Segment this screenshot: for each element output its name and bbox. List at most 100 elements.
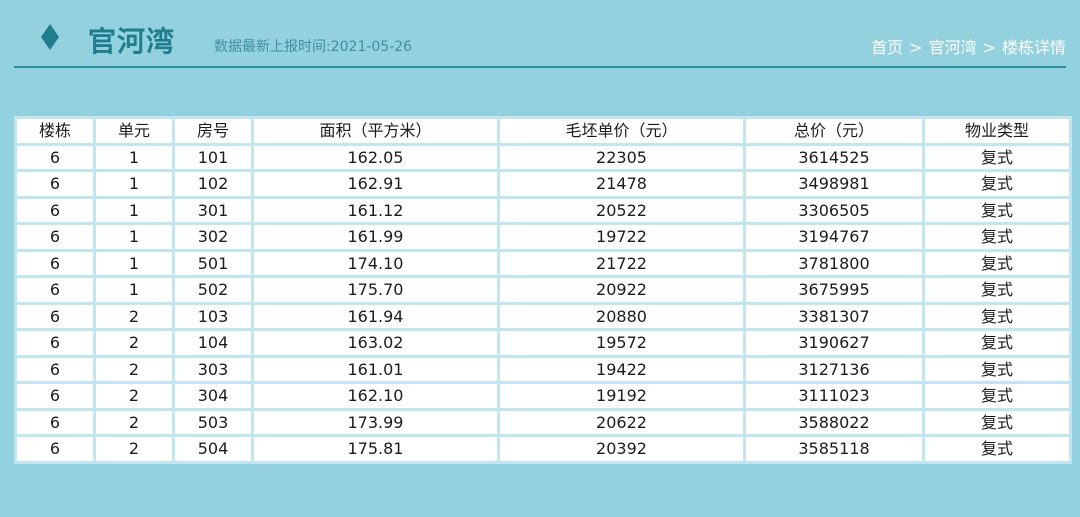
cell-property-type: 复式 [925,357,1069,381]
cell-area: 174.10 [254,251,497,275]
cell-unit: 2 [96,384,172,408]
breadcrumb-home-link[interactable]: 首页 [871,38,903,57]
header-divider [14,66,1066,68]
table-row: 6 1 102 162.91 21478 3498981 复式 [17,172,1069,196]
cell-unit: 1 [96,225,172,249]
column-header-area: 面积（平方米） [254,119,497,143]
cell-total-price: 3111023 [746,384,922,408]
diamond-icon [35,22,63,52]
cell-room: 104 [175,331,251,355]
cell-unit-price: 20922 [500,278,743,302]
cell-building: 6 [17,172,93,196]
cell-unit-price: 19192 [500,384,743,408]
cell-unit-price: 20880 [500,304,743,328]
cell-property-type: 复式 [925,331,1069,355]
cell-building: 6 [17,251,93,275]
cell-room: 303 [175,357,251,381]
breadcrumb: 首页 > 官河湾 > 楼栋详情 [871,34,1066,58]
cell-unit-price: 19722 [500,225,743,249]
cell-building: 6 [17,145,93,169]
column-header-property-type: 物业类型 [925,119,1069,143]
cell-building: 6 [17,331,93,355]
column-header-total-price: 总价（元） [746,119,922,143]
cell-unit: 1 [96,172,172,196]
cell-room: 302 [175,225,251,249]
building-units-table: 楼栋 单元 房号 面积（平方米） 毛坯单价（元） 总价（元） 物业类型 6 1 101 162.0… [14,116,1072,464]
cell-area: 161.94 [254,304,497,328]
cell-building: 6 [17,437,93,461]
cell-total-price: 3781800 [746,251,922,275]
cell-area: 162.91 [254,172,497,196]
cell-building: 6 [17,384,93,408]
cell-building: 6 [17,198,93,222]
table-row: 6 2 303 161.01 19422 3127136 复式 [17,357,1069,381]
cell-area: 161.01 [254,357,497,381]
cell-building: 6 [17,357,93,381]
cell-unit: 2 [96,410,172,434]
cell-unit-price: 20622 [500,410,743,434]
cell-room: 102 [175,172,251,196]
cell-total-price: 3190627 [746,331,922,355]
cell-unit-price: 19422 [500,357,743,381]
table-row: 6 1 502 175.70 20922 3675995 复式 [17,278,1069,302]
table-row: 6 2 504 175.81 20392 3585118 复式 [17,437,1069,461]
cell-property-type: 复式 [925,198,1069,222]
column-header-unit-price: 毛坯单价（元） [500,119,743,143]
table-row: 6 1 302 161.99 19722 3194767 复式 [17,225,1069,249]
cell-building: 6 [17,225,93,249]
breadcrumb-current: 楼栋详情 [1001,38,1066,57]
cell-total-price: 3498981 [746,172,922,196]
cell-property-type: 复式 [925,410,1069,434]
last-updated-text: 数据最新上报时间:2021-05-26 [214,39,413,55]
cell-unit-price: 22305 [500,145,743,169]
cell-room: 103 [175,304,251,328]
cell-unit: 2 [96,357,172,381]
table-header-row: 楼栋 单元 房号 面积（平方米） 毛坯单价（元） 总价（元） 物业类型 [17,119,1069,143]
breadcrumb-project-link[interactable]: 官河湾 [929,38,977,57]
cell-property-type: 复式 [925,278,1069,302]
cell-unit: 2 [96,437,172,461]
cell-room: 504 [175,437,251,461]
breadcrumb-separator: > [909,38,923,57]
cell-total-price: 3127136 [746,357,922,381]
cell-total-price: 3585118 [746,437,922,461]
cell-total-price: 3675995 [746,278,922,302]
column-header-building: 楼栋 [17,119,93,143]
cell-unit: 2 [96,304,172,328]
cell-area: 162.05 [254,145,497,169]
cell-area: 162.10 [254,384,497,408]
table-row: 6 2 104 163.02 19572 3190627 复式 [17,331,1069,355]
table-row: 6 2 103 161.94 20880 3381307 复式 [17,304,1069,328]
page-title: 官河湾 [88,25,176,58]
cell-area: 175.81 [254,437,497,461]
cell-total-price: 3306505 [746,198,922,222]
cell-unit-price: 20522 [500,198,743,222]
cell-unit: 1 [96,198,172,222]
table-row: 6 1 101 162.05 22305 3614525 复式 [17,145,1069,169]
cell-unit: 2 [96,331,172,355]
cell-area: 161.12 [254,198,497,222]
cell-room: 501 [175,251,251,275]
cell-property-type: 复式 [925,145,1069,169]
cell-unit-price: 20392 [500,437,743,461]
table-row: 6 1 301 161.12 20522 3306505 复式 [17,198,1069,222]
column-header-room: 房号 [175,119,251,143]
cell-property-type: 复式 [925,225,1069,249]
cell-building: 6 [17,304,93,328]
page-header: 官河湾 数据最新上报时间:2021-05-26 首页 > 官河湾 > 楼栋详情 [0,0,1080,68]
cell-property-type: 复式 [925,437,1069,461]
cell-property-type: 复式 [925,384,1069,408]
table-row: 6 2 304 162.10 19192 3111023 复式 [17,384,1069,408]
cell-total-price: 3381307 [746,304,922,328]
cell-property-type: 复式 [925,304,1069,328]
cell-room: 304 [175,384,251,408]
cell-room: 101 [175,145,251,169]
cell-total-price: 3194767 [746,225,922,249]
cell-room: 301 [175,198,251,222]
cell-area: 175.70 [254,278,497,302]
cell-total-price: 3614525 [746,145,922,169]
table-row: 6 1 501 174.10 21722 3781800 复式 [17,251,1069,275]
cell-total-price: 3588022 [746,410,922,434]
cell-property-type: 复式 [925,172,1069,196]
cell-area: 161.99 [254,225,497,249]
